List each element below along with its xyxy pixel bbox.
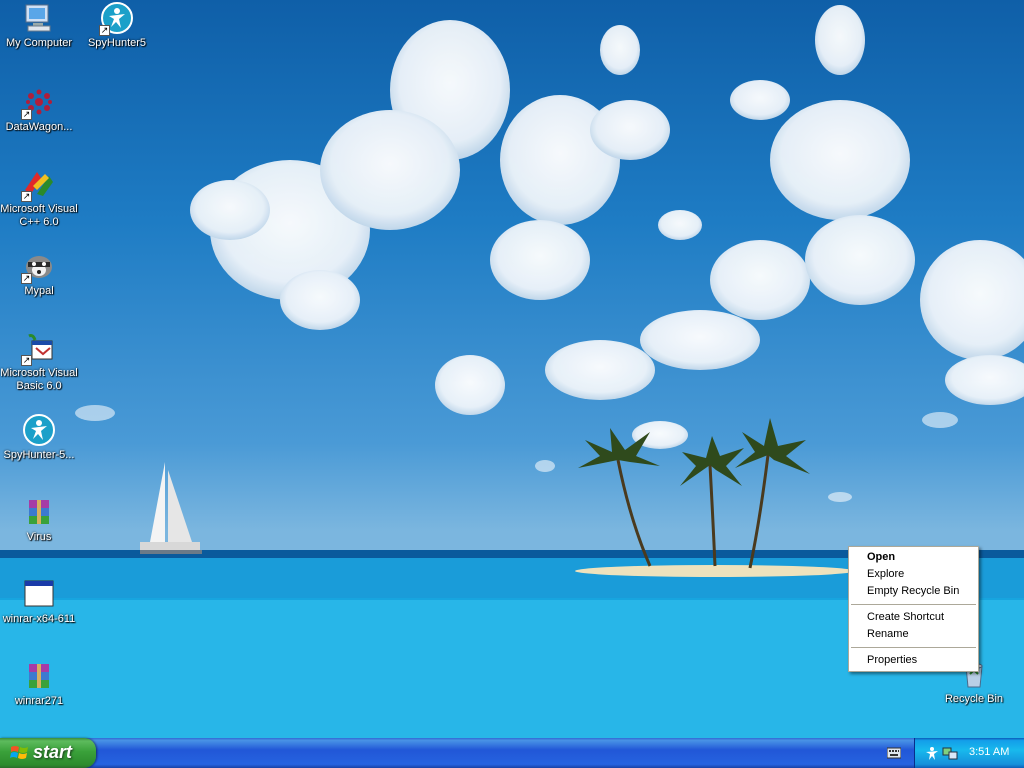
menu-item-rename[interactable]: Rename bbox=[849, 626, 978, 643]
recycle-bin-context-menu: Open Explore Empty Recycle Bin Create Sh… bbox=[848, 546, 979, 672]
desktop-icon-visual-basic[interactable]: ↗ Microsoft Visual Basic 6.0 bbox=[0, 332, 78, 393]
system-tray: 3:51 AM bbox=[914, 738, 1024, 768]
taskbar[interactable]: start 3:51 AM bbox=[0, 738, 1024, 768]
spyhunter-icon: ↗ bbox=[99, 2, 133, 36]
visual-cpp-icon: ↗ bbox=[21, 168, 55, 202]
desktop-icon-label: Mypal bbox=[24, 285, 54, 297]
start-button[interactable]: start bbox=[0, 738, 96, 768]
desktop-icon-label: Virus bbox=[26, 531, 52, 543]
desktop-icon-label: winrar-x64-611 bbox=[2, 613, 76, 625]
desktop-icon-label: Recycle Bin bbox=[944, 693, 1004, 705]
desktop-icon-virus[interactable]: Virus bbox=[0, 496, 78, 544]
network-icon[interactable] bbox=[942, 745, 958, 761]
winrar-archive-icon bbox=[23, 496, 55, 528]
menu-item-open[interactable]: Open bbox=[849, 549, 978, 566]
desktop-icon-spyhunter-5-installer[interactable]: SpyHunter-5... bbox=[0, 414, 78, 462]
desktop-icon-spyhunter5[interactable]: ↗ SpyHunter5 bbox=[78, 2, 156, 50]
menu-separator bbox=[851, 647, 976, 648]
desktop-icon-label: SpyHunter-5... bbox=[3, 449, 75, 461]
keyboard-icon[interactable] bbox=[887, 747, 901, 759]
winrar-archive-icon bbox=[23, 660, 55, 692]
menu-item-empty-recycle-bin[interactable]: Empty Recycle Bin bbox=[849, 583, 978, 600]
desktop-icon-winrar271[interactable]: winrar271 bbox=[0, 660, 78, 708]
menu-item-properties[interactable]: Properties bbox=[849, 652, 978, 669]
desktop-icon-label: winrar271 bbox=[14, 695, 64, 707]
desktop-icon-label: My Computer bbox=[5, 37, 73, 49]
computer-icon bbox=[23, 2, 55, 34]
desktop-icon-label: DataWagon... bbox=[5, 121, 73, 133]
desktop-icon-visual-cpp[interactable]: ↗ Microsoft Visual C++ 6.0 bbox=[0, 168, 78, 229]
menu-item-create-shortcut[interactable]: Create Shortcut bbox=[849, 609, 978, 626]
desktop-icon-label: SpyHunter5 bbox=[87, 37, 147, 49]
windows-logo-icon bbox=[10, 746, 28, 759]
visual-basic-icon: ↗ bbox=[21, 332, 55, 366]
application-window-icon bbox=[23, 578, 55, 610]
desktop-icon-label: Microsoft Visual C++ 6.0 bbox=[0, 203, 78, 228]
spyhunter-icon bbox=[23, 414, 55, 446]
menu-item-explore[interactable]: Explore bbox=[849, 566, 978, 583]
desktop-icon-my-computer[interactable]: My Computer bbox=[0, 2, 78, 50]
mypal-raccoon-icon: ↗ bbox=[21, 250, 55, 284]
datawagon-icon: ↗ bbox=[21, 86, 55, 120]
start-label: start bbox=[33, 742, 73, 762]
menu-separator bbox=[851, 604, 976, 605]
desktop-icon-winrar-x64-611[interactable]: winrar-x64-611 bbox=[0, 578, 78, 626]
spyhunter-icon[interactable] bbox=[924, 745, 940, 761]
clock[interactable]: 3:51 AM bbox=[969, 746, 1009, 758]
desktop-icon-datawagon[interactable]: ↗ DataWagon... bbox=[0, 86, 78, 134]
desktop-icon-label: Microsoft Visual Basic 6.0 bbox=[0, 367, 78, 392]
desktop-icon-mypal[interactable]: ↗ Mypal bbox=[0, 250, 78, 298]
